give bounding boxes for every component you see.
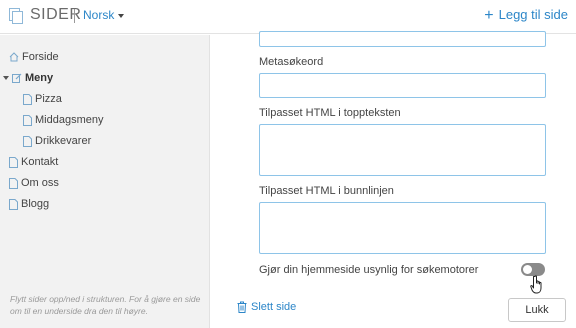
trash-icon: [237, 301, 247, 313]
header-html-textarea[interactable]: [259, 124, 546, 176]
hand-cursor-icon: [530, 275, 542, 294]
sidebar-item-meny[interactable]: Meny: [3, 70, 53, 86]
hide-from-search-label: Gjør din hjemmeside usynlig for søkemoto…: [259, 264, 479, 276]
add-page-label: Legg til side: [498, 7, 568, 22]
toggle-knob: [523, 265, 532, 274]
page-icon: [9, 177, 18, 189]
caret-down-icon[interactable]: [3, 73, 9, 83]
page-tree-sidebar: Forside Meny Pizza Middagsmeny Drikkevar…: [0, 35, 210, 328]
page-icon: [23, 93, 32, 105]
plus-icon: +: [484, 7, 494, 24]
sidebar-item-om-oss[interactable]: Om oss: [9, 175, 59, 191]
sidebar-item-drikkevarer[interactable]: Drikkevarer: [23, 133, 91, 149]
page-icon: [23, 135, 32, 147]
home-icon: [9, 52, 19, 62]
sidebar-item-label: Forside: [22, 51, 59, 63]
footer-html-label: Tilpasset HTML i bunnlinjen: [259, 185, 394, 197]
meta-keywords-input[interactable]: [259, 73, 546, 98]
page-settings-panel: Metasøkeord Tilpasset HTML i toppteksten…: [211, 31, 576, 328]
sidebar-hint-text: Flytt sider opp/ned i strukturen. For å …: [10, 294, 201, 316]
page-icon: [9, 156, 18, 168]
page-icon: [9, 198, 18, 210]
sidebar-item-pizza[interactable]: Pizza: [23, 91, 62, 107]
footer-html-textarea[interactable]: [259, 202, 546, 254]
sidebar-item-label: Drikkevarer: [35, 135, 92, 147]
delete-page-label: Slett side: [251, 301, 297, 313]
sidebar-item-label: Pizza: [35, 93, 62, 105]
close-button[interactable]: Lukk: [508, 298, 566, 322]
sidebar-item-label: Meny: [25, 72, 54, 84]
sidebar-item-label: Blogg: [21, 198, 50, 210]
header-html-label: Tilpasset HTML i toppteksten: [259, 107, 401, 119]
sidebar-item-forside[interactable]: Forside: [9, 49, 59, 65]
top-bar: SIDER Norsk + Legg til side: [0, 0, 576, 34]
sidebar-item-label: Kontakt: [21, 156, 59, 168]
title-separator: [74, 9, 75, 23]
chevron-down-icon[interactable]: [118, 14, 124, 18]
sidebar-item-label: Om oss: [21, 177, 59, 189]
meta-keywords-label: Metasøkeord: [259, 56, 324, 68]
delete-page-button[interactable]: Slett side: [237, 301, 296, 313]
edit-icon: [12, 73, 22, 83]
add-page-button[interactable]: + Legg til side: [484, 6, 568, 24]
pages-icon: [9, 8, 23, 24]
sidebar-item-middagsmeny[interactable]: Middagsmeny: [23, 112, 103, 128]
sidebar-item-kontakt[interactable]: Kontakt: [9, 154, 58, 170]
sidebar-item-label: Middagsmeny: [35, 114, 104, 126]
previous-field-input[interactable]: [259, 31, 546, 47]
sidebar-item-blogg[interactable]: Blogg: [9, 196, 49, 212]
page-icon: [23, 114, 32, 126]
language-select[interactable]: Norsk: [83, 8, 114, 22]
